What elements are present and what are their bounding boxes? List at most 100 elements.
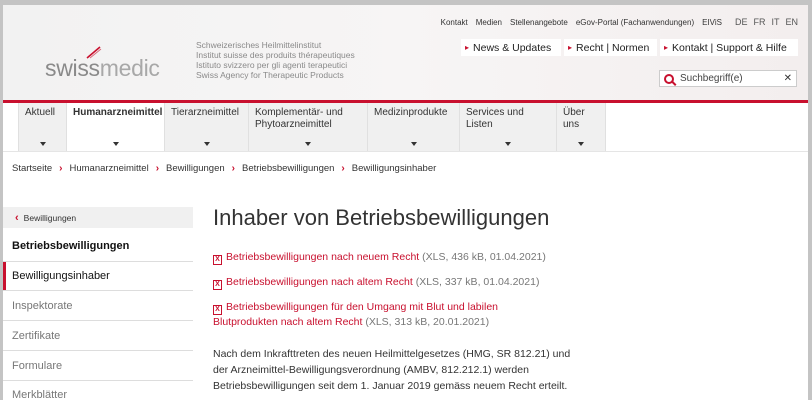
nav-item-medizinprodukte[interactable]: Medizinprodukte xyxy=(367,103,459,151)
breadcrumb-separator-icon: › xyxy=(155,163,160,174)
chevron-left-icon: ‹ xyxy=(15,211,19,224)
sidebar-divider xyxy=(3,380,193,381)
sidebar-item-zertifikate[interactable]: Zertifikate xyxy=(12,330,60,342)
document-meta: (XLS, 337 kB, 01.04.2021) xyxy=(412,276,540,288)
document-item: X Betriebsbewilligungen nach altem Recht … xyxy=(213,275,539,290)
document-link[interactable]: Betriebsbewilligungen für den Umgang mit… xyxy=(226,301,498,313)
sidebar-item-bewilligungsinhaber[interactable]: Bewilligungsinhaber xyxy=(12,270,110,282)
document-link[interactable]: Betriebsbewilligungen nach altem Recht xyxy=(226,276,413,288)
institute-line: Schweizerisches Heilmittelinstitut xyxy=(196,40,322,50)
nav-label: Über uns xyxy=(563,107,585,130)
language-switcher: DE FR IT EN xyxy=(735,17,798,27)
institute-line: Institut suisse des produits thérapeutiq… xyxy=(196,50,355,60)
nav-label: Tierarzneimittel xyxy=(171,107,239,118)
institute-names: Schweizerisches Heilmittelinstitut Insti… xyxy=(196,40,355,80)
chevron-down-icon xyxy=(505,142,511,146)
toplink-eivis[interactable]: EIViS xyxy=(702,18,722,27)
nav-item-aktuell[interactable]: Aktuell xyxy=(18,103,66,151)
lang-it[interactable]: IT xyxy=(771,17,779,27)
lang-de[interactable]: DE xyxy=(735,17,748,27)
sidebar-heading[interactable]: Betriebsbewilligungen xyxy=(12,240,129,252)
arrow-right-icon: ▸ xyxy=(568,43,573,52)
lang-en[interactable]: EN xyxy=(785,17,798,27)
nav-divider xyxy=(3,151,808,152)
page-title: Inhaber von Betriebsbewilligungen xyxy=(213,205,550,230)
sidebar-back-link[interactable]: ‹ Bewilligungen xyxy=(3,207,193,228)
nav-item-humanarzneimittel[interactable]: Humanarzneimittel xyxy=(66,103,164,151)
breadcrumb-separator-icon: › xyxy=(231,163,235,174)
service-link-support[interactable]: ▸ Kontakt | Support & Hilfe xyxy=(660,39,798,56)
service-link-label: Recht | Normen xyxy=(576,41,650,54)
service-link-label: News & Updates xyxy=(473,41,552,54)
document-item: X Betriebsbewilligungen für den Umgang mi… xyxy=(213,300,498,330)
nav-label: Komplementär- und xyxy=(255,107,343,118)
toplink-stellenangebote[interactable]: Stellenangebote xyxy=(510,18,568,27)
search-input[interactable]: Suchbegriff(e) ✕ xyxy=(659,70,797,87)
institute-line: Istituto svizzero per gli agenti terapeu… xyxy=(196,60,348,70)
paragraph-line: Nach dem Inkrafttreten des neuen Heilmit… xyxy=(213,348,571,360)
chevron-down-icon xyxy=(112,142,119,146)
document-item: X Betriebsbewilligungen nach neuem Recht … xyxy=(213,250,546,265)
breadcrumb: Startseite › Humanarzneimittel › Bewilli… xyxy=(12,163,436,174)
document-link[interactable]: Betriebsbewilligungen nach neuem Recht xyxy=(226,251,419,263)
arrow-right-icon: ▸ xyxy=(465,43,470,52)
nav-label: Humanarzneimittel xyxy=(73,107,163,118)
sidebar-item-inspektorate[interactable]: Inspektorate xyxy=(12,300,73,312)
xls-file-icon: X xyxy=(213,305,222,315)
breadcrumb-item[interactable]: Bewilligungen xyxy=(166,163,225,174)
document-meta: (XLS, 313 kB, 20.01.2021) xyxy=(362,316,490,328)
service-link-recht[interactable]: ▸ Recht | Normen xyxy=(564,39,657,56)
logo-text-swiss: swiss xyxy=(45,55,100,81)
chevron-down-icon xyxy=(203,142,210,146)
nav-item-tierarzneimittel[interactable]: Tierarzneimittel xyxy=(164,103,248,151)
chevron-down-icon xyxy=(578,142,584,146)
chevron-down-icon xyxy=(305,142,311,146)
breadcrumb-item[interactable]: Humanarzneimittel xyxy=(69,163,148,174)
toplink-egov-portal[interactable]: eGov-Portal (Fachanwendungen) xyxy=(576,18,694,27)
search-placeholder: Suchbegriff(e) xyxy=(680,73,743,84)
paragraph-line: Betriebsbewilligungen seit dem 1. Januar… xyxy=(213,380,568,392)
nav-label: Aktuell xyxy=(25,107,56,118)
logo-text-medic: medic xyxy=(99,55,160,81)
lang-fr[interactable]: FR xyxy=(753,17,765,27)
sidebar-divider xyxy=(3,350,193,351)
window-frame-right xyxy=(808,0,812,400)
sidebar-active-marker xyxy=(3,262,6,290)
sidebar-divider xyxy=(3,320,193,321)
breadcrumb-item[interactable]: Betriebsbewilligungen xyxy=(242,163,334,174)
chevron-down-icon xyxy=(410,142,417,146)
institute-line: Swiss Agency for Therapeutic Products xyxy=(196,70,344,80)
breadcrumb-current: Bewilligungsinhaber xyxy=(351,163,437,174)
xls-file-icon: X xyxy=(213,255,222,265)
intro-paragraph: Nach dem Inkrafttreten des neuen Heilmit… xyxy=(213,346,598,394)
document-link-line2[interactable]: Blutprodukten nach altem Recht xyxy=(213,316,362,328)
sidebar-divider xyxy=(3,261,193,262)
paragraph-line: der Arzneimittel-Bewilligungsverordnung … xyxy=(213,364,529,376)
nav-label: Services und Listen xyxy=(466,107,524,130)
nav-item-komplementaer[interactable]: Komplementär- und Phytoarzneimittel xyxy=(248,103,367,151)
sidebar-divider xyxy=(3,290,193,291)
breadcrumb-separator-icon: › xyxy=(59,163,63,174)
site-header: swissmedic Schweizerisches Heilmittelins… xyxy=(3,5,808,100)
nav-item-services[interactable]: Services und Listen xyxy=(459,103,556,151)
toplink-medien[interactable]: Medien xyxy=(476,18,502,27)
document-meta: (XLS, 436 kB, 01.04.2021) xyxy=(419,251,546,263)
arrow-right-icon: ▸ xyxy=(664,43,669,52)
sidebar-back-label: Bewilligungen xyxy=(23,212,77,223)
main-navigation: Aktuell Humanarzneimittel Tierarzneimitt… xyxy=(18,103,606,151)
sidebar-item-merkblaetter[interactable]: Merkblätter xyxy=(12,389,67,400)
service-link-news[interactable]: ▸ News & Updates xyxy=(461,39,561,56)
top-links: Kontakt Medien Stellenangebote eGov-Port… xyxy=(441,18,722,27)
toplink-kontakt[interactable]: Kontakt xyxy=(441,18,468,27)
chevron-down-icon xyxy=(39,142,46,146)
clear-search-icon[interactable]: ✕ xyxy=(784,73,792,84)
breadcrumb-item[interactable]: Startseite xyxy=(12,163,52,174)
nav-item-ueber-uns[interactable]: Über uns xyxy=(556,103,606,151)
nav-label-line2: Phytoarzneimittel xyxy=(255,119,332,130)
xls-file-icon: X xyxy=(213,280,222,290)
sidebar-item-formulare[interactable]: Formulare xyxy=(12,360,62,372)
swissmedic-logo[interactable]: swissmedic xyxy=(45,55,160,82)
search-icon[interactable] xyxy=(664,73,674,84)
breadcrumb-separator-icon: › xyxy=(341,163,345,174)
nav-label: Medizinprodukte xyxy=(374,107,448,118)
